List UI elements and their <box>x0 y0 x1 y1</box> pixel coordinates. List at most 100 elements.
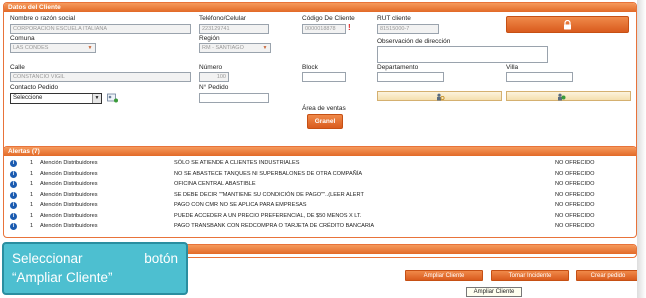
alert-row[interactable]: i 1 Atención Distribuidores NO SE ABASTECE … <box>8 170 633 179</box>
alert-message: SÓLO SE ATIENDE A CLIENTES INDUSTRIALES <box>174 160 300 166</box>
alert-area: Atención Distribuidores <box>40 160 98 166</box>
alert-num: 1 <box>30 191 34 198</box>
observacion-textarea[interactable] <box>377 46 548 63</box>
telefono-field[interactable]: 223129741 <box>199 24 269 34</box>
rut-label: RUT cliente <box>377 15 411 22</box>
alert-status: NO OFRECIDO <box>555 191 595 198</box>
calle-field[interactable]: CONSTANCIO VIGIL <box>10 72 191 82</box>
alert-row[interactable]: i 1 Atención Distribuidores PUEDE ACCEDER A… <box>8 212 633 221</box>
nombre-label: Nombre o razón social <box>10 15 76 22</box>
alert-area: Atención Distribuidores <box>40 212 98 219</box>
crear-pedido-button[interactable]: Crear pedido <box>576 270 640 281</box>
info-icon: i <box>10 202 17 209</box>
lock-icon <box>564 19 571 30</box>
region-label: Región <box>199 35 220 42</box>
contacto-select[interactable]: Seleccione ▼ <box>10 93 102 104</box>
instruction-callout: Seleccionar botón “Ampliar Cliente” <box>2 242 188 295</box>
alert-status: NO OFRECIDO <box>555 223 595 229</box>
alert-num: 1 <box>30 212 34 219</box>
villa-field[interactable] <box>506 72 573 82</box>
alert-num: 1 <box>30 181 34 187</box>
departamento-field[interactable] <box>377 72 444 82</box>
alerts-panel: Alertas (7) i 1 Atención Distribuidores SÓL… <box>3 146 637 238</box>
page-edge-shadow <box>637 0 646 298</box>
map-person-icon <box>558 93 566 101</box>
nombre-field[interactable]: CORPORACION ESCUELA ITALIANA <box>10 24 191 34</box>
villa-label: Villa <box>506 64 519 71</box>
info-icon: i <box>10 170 17 178</box>
tomar-incidente-button[interactable]: Tomar Incidente <box>491 270 569 281</box>
alert-row[interactable]: i 1 Atención Distribuidores OFICINA CENTRAL… <box>8 180 633 189</box>
info-icon: i <box>10 181 17 188</box>
callout-line-2: “Ampliar Cliente” <box>12 270 113 285</box>
info-icon: i <box>10 191 17 199</box>
lock-button[interactable] <box>506 16 629 33</box>
callout-word-2: botón <box>144 251 178 266</box>
comuna-label: Comuna <box>10 35 35 42</box>
alert-num: 1 <box>30 160 34 166</box>
client-panel-header: Datos del Cliente <box>4 3 636 12</box>
alert-row[interactable]: i 1 Atención Distribuidores PAGO TRANSBANK … <box>8 222 633 231</box>
pedido-label: N° Pedido <box>199 84 229 91</box>
chevron-down-icon: ▼ <box>92 94 101 103</box>
info-icon: i <box>10 223 17 230</box>
alert-area: Atención Distribuidores <box>40 202 98 208</box>
alert-message: PAGO CON CMR NO SE APLICA PARA EMPRESAS <box>174 202 307 208</box>
granel-button[interactable]: Granel <box>307 114 343 129</box>
alert-status: NO OFRECIDO <box>555 212 595 219</box>
observacion-label: Observación de dirección <box>377 38 451 45</box>
search-person-button[interactable] <box>377 91 502 101</box>
chevron-down-icon: ▼ <box>87 45 93 51</box>
contacto-value: Seleccione <box>13 95 43 101</box>
client-data-panel: Datos del Cliente Nombre o razón social … <box>3 2 637 165</box>
alert-message: PAGO TRANSBANK CON REDCOMPRA O TARJETA D… <box>174 223 375 229</box>
departamento-label: Departamento <box>377 64 419 71</box>
comuna-select[interactable]: LAS CONDES ▼ <box>10 43 96 53</box>
ampliar-cliente-button[interactable]: Ampliar Cliente <box>405 270 483 281</box>
codigo-field[interactable]: 0000018878 <box>302 24 346 34</box>
codigo-label: Código De Cliente <box>302 15 355 22</box>
info-icon: i <box>10 212 17 220</box>
alert-area: Atención Distribuidores <box>40 223 98 229</box>
chevron-down-icon: ▼ <box>262 45 268 51</box>
ampliar-cliente-tooltip: Ampliar Cliente <box>466 287 522 297</box>
alert-row[interactable]: i 1 Atención Distribuidores SÓLO SE ATIENDE… <box>8 159 633 168</box>
alert-message: OFICINA CENTRAL ABASTIBLE <box>174 181 256 187</box>
contact-card-icon[interactable] <box>107 93 118 103</box>
app-window: Datos del Cliente Nombre o razón social … <box>0 0 646 298</box>
required-marker-icon: ! <box>348 23 351 32</box>
contacto-label: Contacto Pedido <box>10 84 59 91</box>
pedido-field[interactable] <box>199 93 269 103</box>
calle-label: Calle <box>10 64 25 71</box>
alert-area: Atención Distribuidores <box>40 170 98 177</box>
alert-status: NO OFRECIDO <box>555 160 595 166</box>
alert-status: NO OFRECIDO <box>555 170 595 177</box>
alert-area: Atención Distribuidores <box>40 181 98 187</box>
telefono-label: Teléfono/Celular <box>199 15 246 22</box>
rut-field[interactable]: 81515000-7 <box>377 24 439 34</box>
alert-message: SE DEBE DECIR ""MANTIENE SU CONDICIÓN DE… <box>174 191 364 198</box>
map-person-button[interactable] <box>506 91 631 101</box>
area-ventas-label: Área de ventas <box>302 105 346 112</box>
search-person-icon <box>437 93 445 101</box>
alert-status: NO OFRECIDO <box>555 181 595 187</box>
numero-field[interactable]: 100 <box>199 72 229 82</box>
callout-word-1: Seleccionar <box>12 251 83 266</box>
alert-area: Atención Distribuidores <box>40 191 98 198</box>
numero-label: Número <box>199 64 223 71</box>
alerts-panel-header: Alertas (7) <box>4 147 636 156</box>
alert-num: 1 <box>30 202 34 208</box>
region-value: RM - SANTIAGO <box>202 45 244 51</box>
comuna-value: LAS CONDES <box>13 45 49 51</box>
alert-num: 1 <box>30 223 34 229</box>
alert-message: PUEDE ACCEDER A UN PRECIO PREFERENCIAL, … <box>174 212 362 219</box>
alert-status: NO OFRECIDO <box>555 202 595 208</box>
block-label: Block <box>302 64 318 71</box>
alert-row[interactable]: i 1 Atención Distribuidores PAGO CON CMR NO… <box>8 201 633 210</box>
alert-message: NO SE ABASTECE TANQUES NI SUPERBALONES D… <box>174 170 363 177</box>
region-select[interactable]: RM - SANTIAGO ▼ <box>199 43 271 53</box>
alert-num: 1 <box>30 170 34 177</box>
block-field[interactable] <box>302 72 346 82</box>
alert-row[interactable]: i 1 Atención Distribuidores SE DEBE DECIR "… <box>8 191 633 200</box>
info-icon: i <box>10 160 17 167</box>
